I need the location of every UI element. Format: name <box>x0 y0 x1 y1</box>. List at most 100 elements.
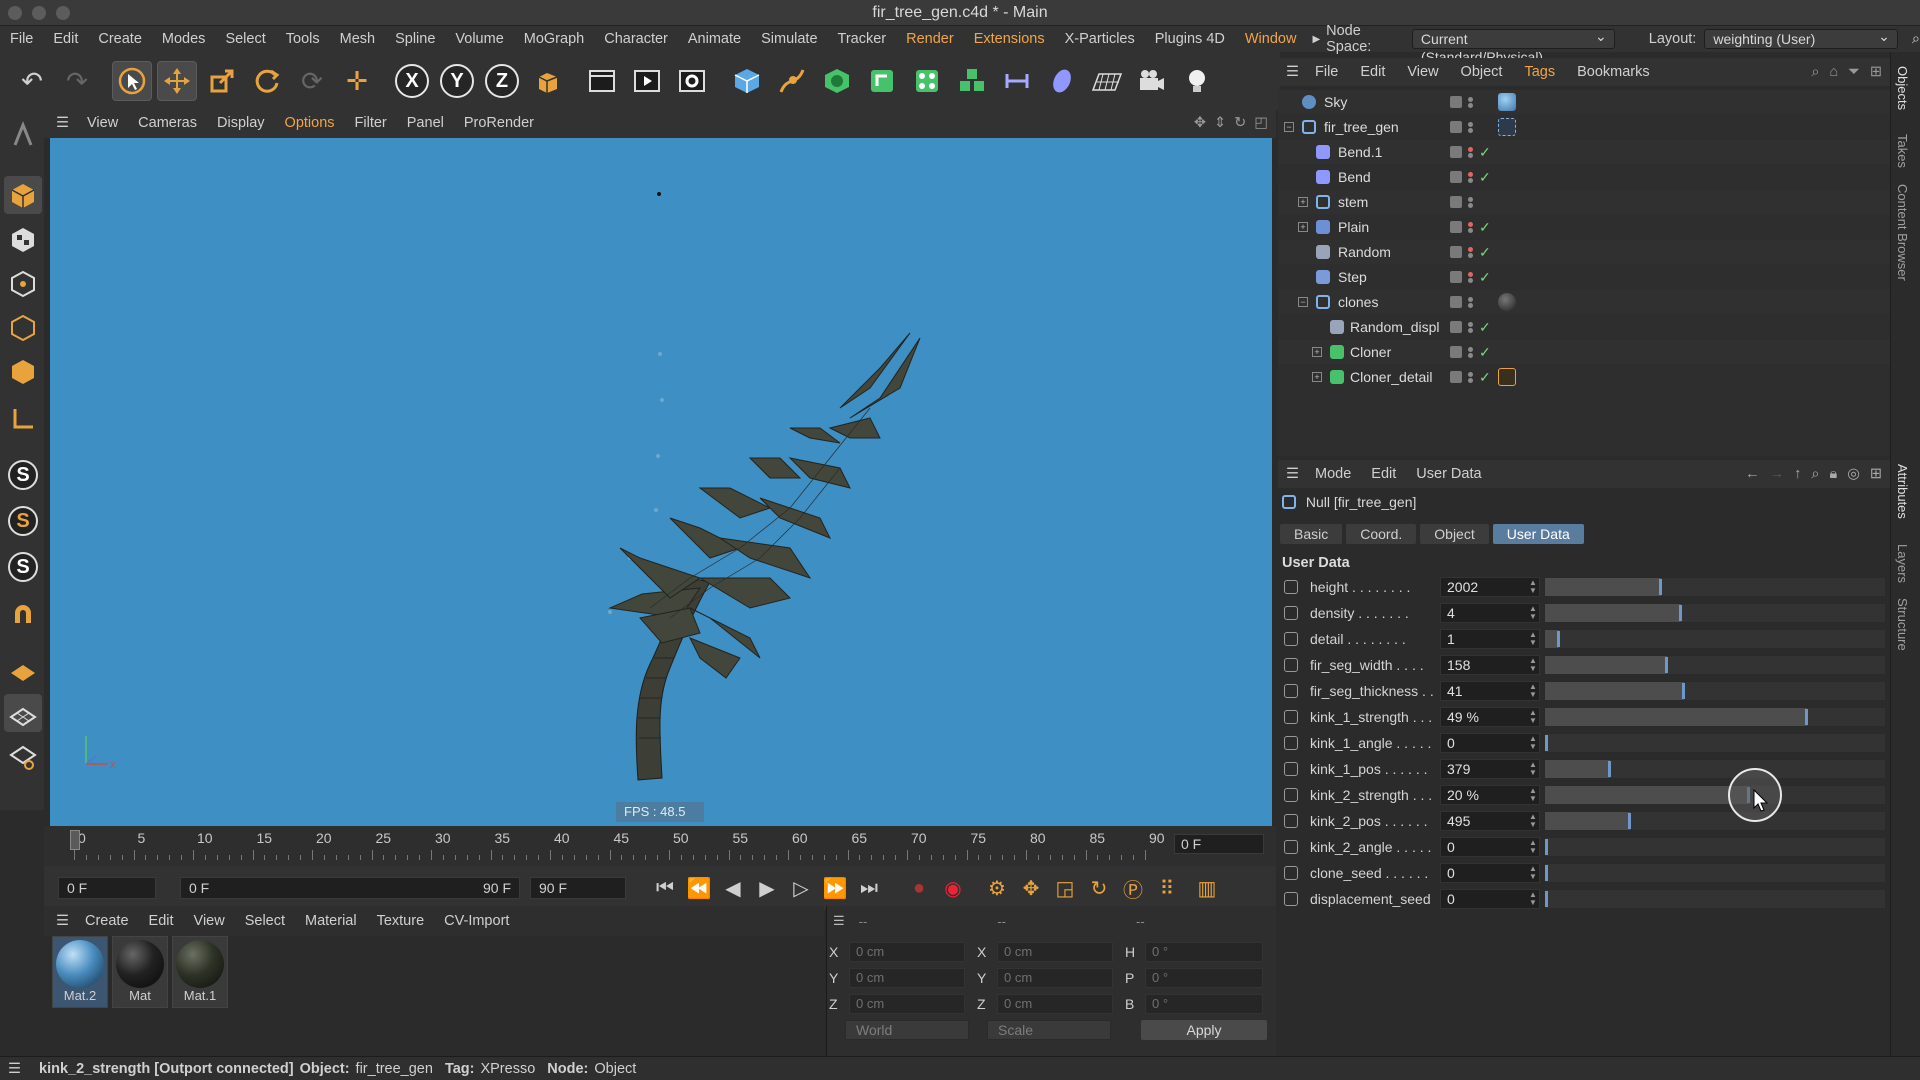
play-icon[interactable]: ▶ <box>752 873 782 903</box>
forward-arrow-icon[interactable]: → <box>1770 466 1785 482</box>
enabled-check[interactable]: ✓ <box>1479 269 1491 286</box>
visibility-toggle[interactable] <box>1450 346 1462 358</box>
slider-handle[interactable] <box>1658 579 1662 595</box>
attribute-menu-mode[interactable]: Mode <box>1315 466 1351 482</box>
preview-range-slider[interactable]: 0 F 90 F <box>180 877 520 899</box>
animate-toggle-icon[interactable] <box>1284 788 1298 802</box>
stepper-arrows-icon[interactable]: ▲ ▼ <box>1529 709 1537 725</box>
object-hamburger-icon[interactable]: ☰ <box>1286 64 1299 80</box>
rotation-b-field[interactable]: 0 ° <box>1145 994 1263 1014</box>
close-window-button[interactable] <box>8 6 22 20</box>
toggle-view-icon[interactable]: ◰ <box>1254 115 1268 131</box>
collapse-toggle[interactable]: − <box>1298 297 1308 307</box>
rotation-p-field[interactable]: 0 ° <box>1145 968 1263 988</box>
parameter-slider[interactable] <box>1544 655 1886 675</box>
slider-handle[interactable] <box>1679 605 1682 621</box>
enabled-check[interactable]: ✓ <box>1479 169 1491 186</box>
camera-icon[interactable] <box>1132 61 1172 101</box>
undo-icon[interactable]: ↶ <box>12 61 52 101</box>
scale-tool-icon[interactable] <box>202 61 242 101</box>
material-menu-texture[interactable]: Texture <box>377 913 425 929</box>
render-settings-icon[interactable] <box>672 61 712 101</box>
up-arrow-icon[interactable]: ↑ <box>1794 466 1801 482</box>
render-dots[interactable] <box>1468 171 1473 184</box>
visibility-toggle[interactable] <box>1450 96 1462 108</box>
collapse-toggle[interactable]: − <box>1284 122 1294 132</box>
next-frame-icon[interactable]: ▷ <box>786 873 816 903</box>
axis-mode-icon[interactable] <box>4 400 42 438</box>
workplane-icon[interactable] <box>4 650 42 688</box>
minimize-window-button[interactable] <box>32 6 46 20</box>
render-dots[interactable] <box>1468 296 1473 309</box>
z-axis-lock-icon[interactable]: Z <box>482 61 522 101</box>
search-icon[interactable]: ⌕ <box>1811 466 1819 482</box>
quantize-icon[interactable]: S <box>4 548 42 586</box>
coord-space-dropdown[interactable]: World <box>845 1020 969 1040</box>
visibility-toggle[interactable] <box>1450 146 1462 158</box>
menu-file[interactable]: File <box>0 31 43 47</box>
attribute-menu-edit[interactable]: Edit <box>1371 466 1396 482</box>
visibility-toggle[interactable] <box>1450 271 1462 283</box>
rotate-view-icon[interactable]: ↻ <box>1234 115 1246 131</box>
coord-mode-dropdown[interactable]: Scale <box>987 1020 1111 1040</box>
slider-handle[interactable] <box>1545 891 1548 907</box>
parameter-value-field[interactable]: 0 <box>1440 733 1540 753</box>
pan-view-icon[interactable]: ✥ <box>1194 115 1206 131</box>
apply-button[interactable]: Apply <box>1141 1020 1267 1040</box>
lock-icon[interactable]: 🔒︎ <box>1829 466 1837 482</box>
stepper-arrows-icon[interactable]: ▲ ▼ <box>1529 787 1537 803</box>
search-icon[interactable]: ⌕ <box>1912 31 1920 47</box>
magnet-icon[interactable] <box>4 598 42 636</box>
expand-toggle[interactable]: + <box>1312 347 1322 357</box>
menu-plugins-4d[interactable]: Plugins 4D <box>1145 31 1235 47</box>
parameter-slider[interactable] <box>1544 629 1886 649</box>
viewport-menu-view[interactable]: View <box>87 115 118 131</box>
object-row-bend[interactable]: Bend ✓ <box>1278 165 1890 189</box>
previous-frame-icon[interactable]: ◀ <box>718 873 748 903</box>
record-keys-icon[interactable]: ● <box>904 873 934 903</box>
slider-handle[interactable] <box>1545 865 1548 881</box>
expand-toggle[interactable]: + <box>1298 197 1308 207</box>
tab-coord[interactable]: Coord. <box>1346 524 1417 544</box>
size-z-field[interactable]: 0 cm <box>997 994 1113 1014</box>
cube-icon[interactable] <box>727 61 767 101</box>
redo-icon[interactable]: ↷ <box>57 61 97 101</box>
animate-toggle-icon[interactable] <box>1284 814 1298 828</box>
slider-handle[interactable] <box>1545 839 1548 855</box>
pen-spline-icon[interactable] <box>772 61 812 101</box>
extrude-generator-icon[interactable] <box>862 61 902 101</box>
stepper-arrows-icon[interactable]: ▲ ▼ <box>1529 657 1537 673</box>
xpresso-tag-icon[interactable] <box>1498 118 1516 136</box>
slider-handle[interactable] <box>1682 683 1686 699</box>
viewport-hamburger-icon[interactable]: ☰ <box>56 115 69 131</box>
parameter-value-field[interactable]: 495 <box>1440 811 1540 831</box>
floor-icon[interactable] <box>1087 61 1127 101</box>
rotation-h-field[interactable]: 0 ° <box>1145 942 1263 962</box>
material-menu-create[interactable]: Create <box>85 913 129 929</box>
target-icon[interactable]: ◎ <box>1847 466 1860 482</box>
layout-dropdown[interactable]: weighting (User) <box>1704 27 1898 49</box>
light-icon[interactable] <box>1177 61 1217 101</box>
stepper-arrows-icon[interactable]: ▲ ▼ <box>1529 865 1537 881</box>
workplane-grid-icon[interactable] <box>4 694 42 732</box>
viewport-menu-display[interactable]: Display <box>217 115 265 131</box>
render-dots[interactable] <box>1468 371 1473 384</box>
animate-toggle-icon[interactable] <box>1284 736 1298 750</box>
animate-toggle-icon[interactable] <box>1284 580 1298 594</box>
parameter-slider[interactable] <box>1544 889 1886 909</box>
coord-hamburger-icon[interactable]: ☰ <box>833 913 845 929</box>
recent-tools-icon[interactable]: ⟳ <box>292 61 332 101</box>
snap-settings-icon[interactable]: S <box>4 502 42 540</box>
timeline-ruler[interactable]: 0 5 10 15 20 25 30 35 40 45 50 55 60 65 70 75 80 85 90 0 F <box>44 826 1276 866</box>
material-menu-edit[interactable]: Edit <box>149 913 174 929</box>
make-editable-icon[interactable] <box>4 116 42 154</box>
expand-toggle[interactable]: + <box>1298 222 1308 232</box>
object-row-step[interactable]: Step ✓ <box>1278 265 1890 289</box>
timeline-playhead[interactable] <box>70 830 80 850</box>
menu-create[interactable]: Create <box>88 31 152 47</box>
menu-animate[interactable]: Animate <box>678 31 751 47</box>
material-menu-select[interactable]: Select <box>245 913 285 929</box>
position-x-field[interactable]: 0 cm <box>849 942 965 962</box>
stepper-arrows-icon[interactable]: ▲ ▼ <box>1529 891 1537 907</box>
render-dots[interactable] <box>1468 321 1473 334</box>
